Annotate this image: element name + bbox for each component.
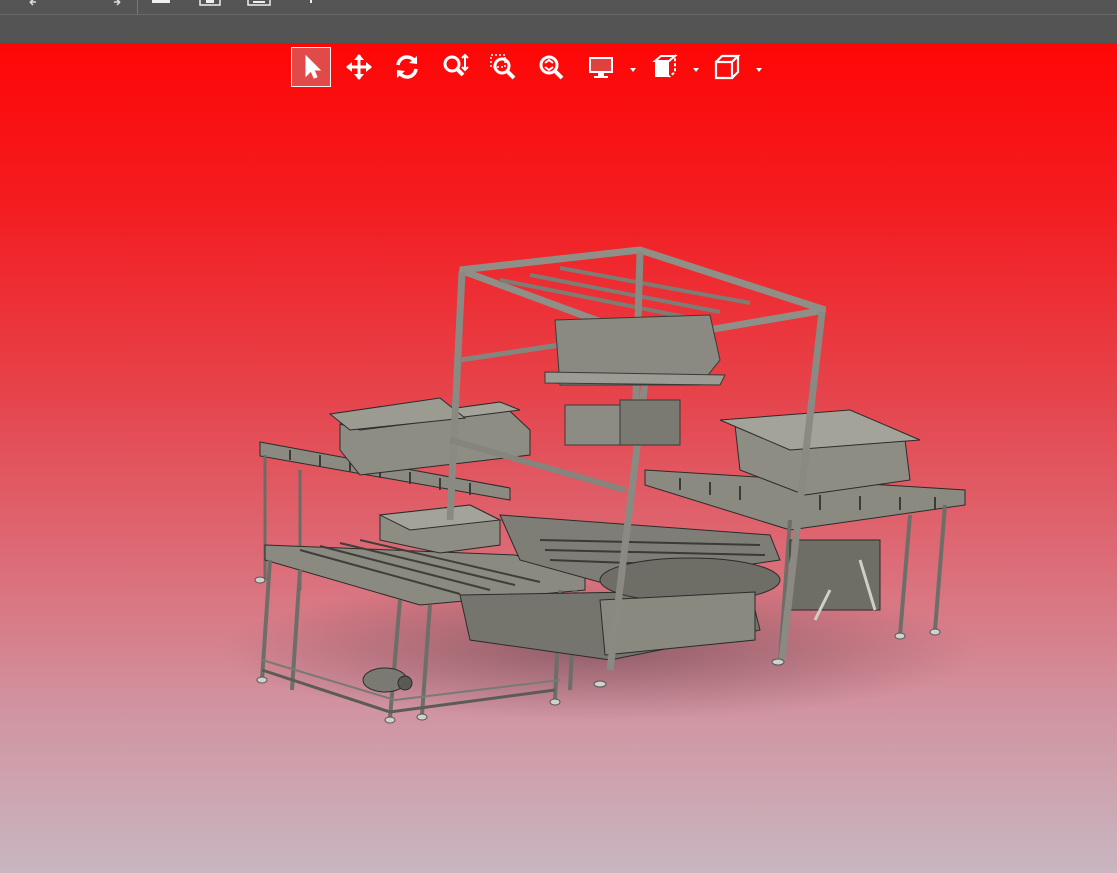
view-orientation-button[interactable] bbox=[707, 47, 747, 87]
cad-model-conveyor-assembly[interactable] bbox=[220, 240, 980, 740]
print-icon[interactable] bbox=[246, 0, 272, 12]
save-icon[interactable] bbox=[150, 0, 172, 12]
pan-tool-button[interactable] bbox=[339, 47, 379, 87]
undo-icon[interactable] bbox=[28, 0, 46, 12]
toolbar-separator bbox=[137, 0, 138, 14]
cursor-arrow-icon bbox=[305, 54, 322, 79]
rotate-icon bbox=[396, 55, 418, 79]
application-title-bar bbox=[0, 0, 1117, 15]
rotate-tool-button[interactable] bbox=[387, 47, 427, 87]
zoom-window-tool-button[interactable] bbox=[483, 47, 523, 87]
chevron-down-icon[interactable] bbox=[754, 64, 764, 74]
zoom-tool-button[interactable] bbox=[435, 47, 475, 87]
ribbon-bar bbox=[0, 15, 1117, 43]
move-arrows-icon bbox=[346, 54, 372, 80]
cube-outline-icon bbox=[714, 54, 741, 80]
pin-icon[interactable] bbox=[304, 0, 318, 12]
redo-icon[interactable] bbox=[104, 0, 122, 12]
section-view-button[interactable] bbox=[645, 47, 685, 87]
zoom-window-icon bbox=[490, 54, 516, 80]
zoom-fit-icon bbox=[539, 55, 564, 80]
monitor-icon bbox=[589, 57, 613, 78]
section-cube-icon bbox=[652, 53, 678, 78]
save-as-icon[interactable] bbox=[198, 0, 222, 12]
zoom-fit-tool-button[interactable] bbox=[531, 47, 571, 87]
chevron-down-icon[interactable] bbox=[628, 64, 638, 74]
chevron-down-icon[interactable] bbox=[691, 64, 701, 74]
select-tool-button[interactable] bbox=[291, 47, 331, 87]
zoom-updown-icon bbox=[443, 53, 469, 77]
display-style-button[interactable] bbox=[581, 47, 621, 87]
